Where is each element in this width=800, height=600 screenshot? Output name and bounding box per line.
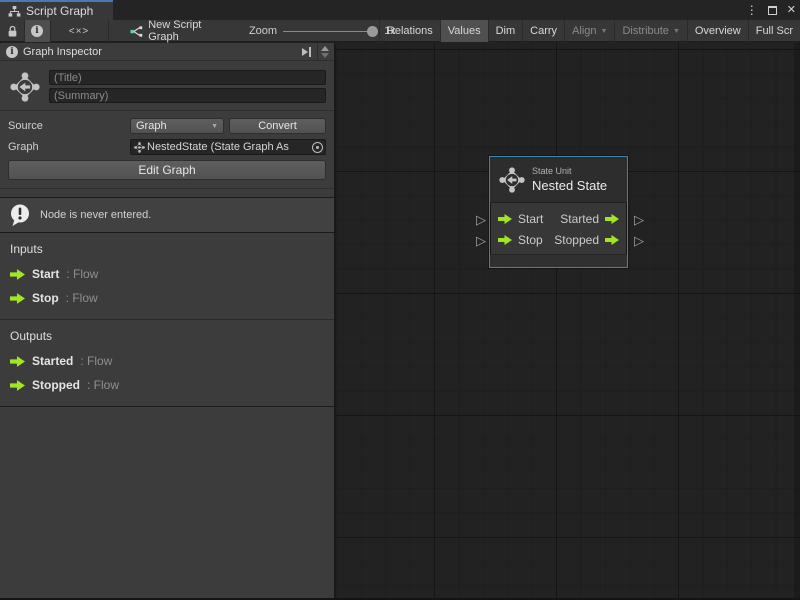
toolbar-button-distribute[interactable]: Distribute ▼ — [614, 20, 686, 42]
object-picker-icon[interactable] — [312, 142, 323, 153]
state-unit-node[interactable]: State Unit Nested State Start Started — [489, 156, 628, 268]
node-footer — [490, 254, 627, 267]
info-icon: i — [31, 25, 43, 37]
graph-object-value: NestedState (State Graph As — [147, 141, 312, 153]
node-title-label: Nested State — [532, 178, 607, 193]
output-port-started: Started : Flow — [10, 354, 324, 368]
graph-canvas[interactable]: State Unit Nested State Start Started — [336, 43, 800, 598]
graph-identity-section — [0, 61, 334, 111]
title-field[interactable] — [49, 70, 326, 85]
flow-input-icon[interactable] — [498, 214, 512, 224]
transition-port-icon[interactable]: ▷ — [476, 234, 486, 247]
canvas-right-gutter — [794, 43, 800, 598]
inspector-toggle-button[interactable]: i — [24, 20, 50, 42]
node-port-row: Start Started — [490, 208, 627, 229]
chevron-down-icon: ▼ — [601, 28, 608, 35]
scroll-spinner[interactable] — [317, 43, 332, 61]
new-graph-icon — [130, 25, 143, 38]
flow-arrow-icon — [10, 293, 25, 304]
maximize-icon[interactable] — [768, 6, 777, 15]
chevron-down-icon: ▼ — [211, 123, 218, 130]
info-icon: i — [6, 46, 18, 58]
zoom-label: Zoom — [246, 20, 280, 42]
scroll-down-icon[interactable] — [321, 53, 329, 58]
graph-object-field[interactable]: NestedState (State Graph As — [130, 139, 326, 155]
chevron-down-icon: ▼ — [673, 28, 680, 35]
lock-button[interactable] — [0, 20, 24, 42]
output-port-stopped: Stopped : Flow — [10, 378, 324, 392]
transition-port-icon[interactable]: ▷ — [634, 213, 644, 226]
graph-label: Graph — [8, 141, 130, 153]
lock-icon — [7, 25, 18, 38]
zoom-slider-handle[interactable] — [367, 26, 378, 37]
transition-port-icon[interactable]: ▷ — [476, 213, 486, 226]
flow-output-icon[interactable] — [605, 235, 619, 245]
new-graph-label: New Script Graph — [148, 19, 230, 43]
node-kind-label: State Unit — [532, 166, 607, 176]
outputs-section: Outputs Started : Flow Stopped : Flow — [0, 320, 334, 407]
flow-arrow-icon — [10, 269, 25, 280]
edit-graph-button[interactable]: Edit Graph — [8, 160, 326, 180]
flow-input-icon[interactable] — [498, 235, 512, 245]
new-script-graph-button[interactable]: New Script Graph — [130, 20, 230, 42]
warning-message: Node is never entered. — [0, 197, 334, 233]
inspector-header: i Graph Inspector — [0, 43, 334, 61]
graph-hierarchy-icon — [8, 6, 21, 17]
tab-script-graph[interactable]: Script Graph — [0, 0, 113, 20]
flow-arrow-icon — [10, 356, 25, 367]
window-menu-icon[interactable]: ⋮ — [746, 4, 758, 16]
toolbar-button-fullscreen[interactable]: Full Scr — [748, 20, 800, 42]
toolbar-button-carry[interactable]: Carry — [522, 20, 564, 42]
transition-port-icon[interactable]: ▷ — [634, 234, 644, 247]
toolbar-button-overview[interactable]: Overview — [687, 20, 748, 42]
source-section: Source Graph ▼ Convert Graph NestedState… — [0, 111, 334, 189]
input-port-stop: Stop : Flow — [10, 291, 324, 305]
inputs-section: Inputs Start : Flow Stop : Flow — [0, 233, 334, 320]
state-unit-icon — [10, 72, 40, 102]
convert-button[interactable]: Convert — [229, 118, 326, 134]
summary-field[interactable] — [49, 88, 326, 103]
source-dropdown[interactable]: Graph ▼ — [130, 118, 224, 134]
close-icon[interactable]: ✕ — [787, 5, 796, 16]
inspector-title: Graph Inspector — [23, 46, 102, 58]
graph-toolbar: i <×> New Script Graph Zoom 1x Relations… — [0, 20, 800, 42]
tab-title: Script Graph — [26, 4, 93, 18]
toolbar-button-dim[interactable]: Dim — [488, 20, 523, 42]
node-port-row: Stop Stopped — [490, 229, 627, 250]
warning-text: Node is never entered. — [40, 209, 151, 221]
zoom-slider-track[interactable] — [283, 31, 375, 32]
state-graph-icon — [134, 142, 145, 153]
toolbar-button-values[interactable]: Values — [440, 20, 488, 42]
script-graph-window: Script Graph ⋮ ✕ i <×> — [0, 0, 800, 600]
state-unit-icon — [499, 167, 525, 193]
flow-output-icon[interactable] — [605, 214, 619, 224]
warning-bubble-icon — [8, 203, 32, 227]
code-view-button[interactable]: <×> — [50, 20, 108, 42]
source-label: Source — [8, 120, 130, 132]
graph-inspector-panel: i Graph Inspector — [0, 43, 336, 598]
dock-panel-icon[interactable] — [302, 47, 311, 57]
flow-arrow-icon — [10, 380, 25, 391]
toolbar-button-relations[interactable]: Relations — [379, 20, 440, 42]
toolbar-button-align[interactable]: Align ▼ — [564, 20, 614, 42]
titlebar: Script Graph ⋮ ✕ — [0, 0, 800, 20]
node-header[interactable]: State Unit Nested State — [490, 157, 627, 203]
outputs-title: Outputs — [10, 329, 324, 343]
input-port-start: Start : Flow — [10, 267, 324, 281]
scroll-up-icon[interactable] — [321, 46, 329, 51]
inputs-title: Inputs — [10, 242, 324, 256]
